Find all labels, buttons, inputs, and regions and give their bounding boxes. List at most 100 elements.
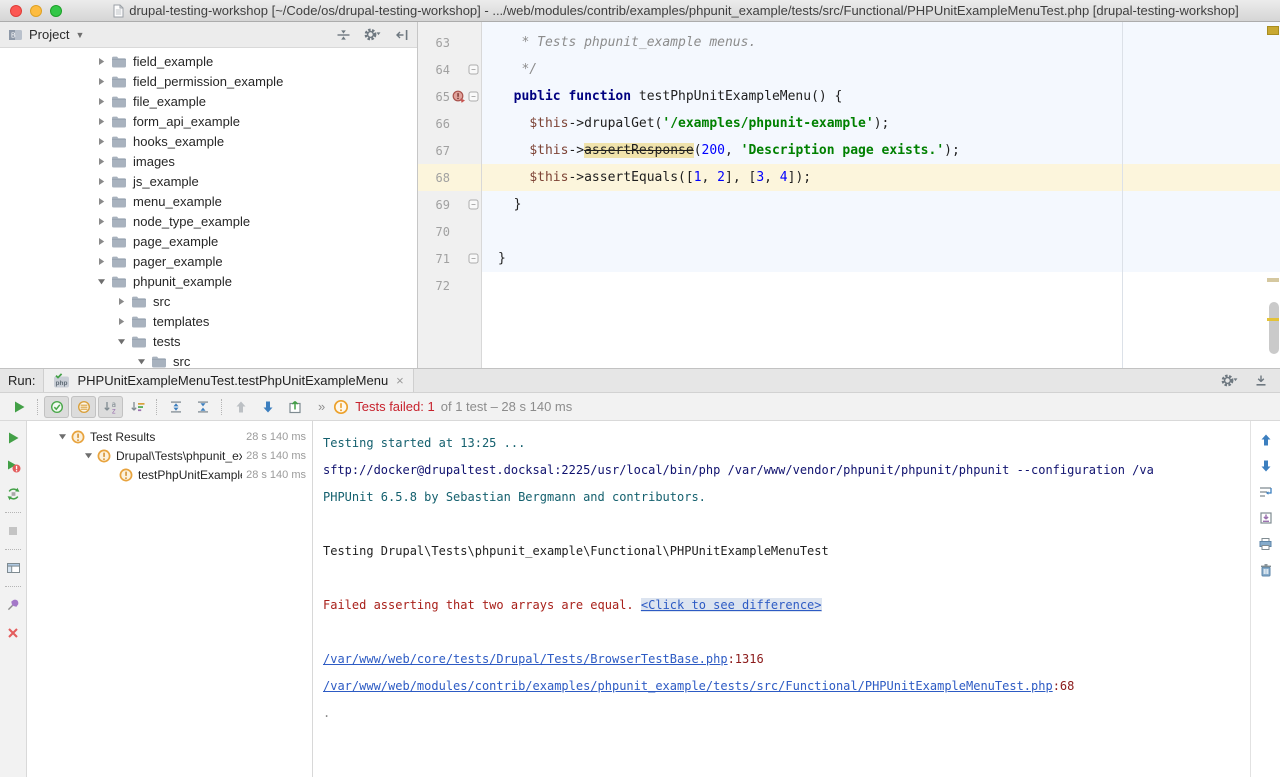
- console-text: Testing Drupal\Tests\phpunit_example\Fun…: [323, 544, 829, 558]
- code-line[interactable]: 66 $this->drupalGet('/examples/phpunit-e…: [418, 110, 1280, 137]
- close-tab-icon[interactable]: ×: [396, 373, 404, 388]
- gear-icon[interactable]: [363, 27, 383, 42]
- stripe-severity-indicator[interactable]: [1267, 26, 1279, 35]
- stripe-yellow-mark[interactable]: [1267, 318, 1279, 321]
- chevron-down-icon[interactable]: [83, 451, 94, 460]
- printer-button[interactable]: [1255, 534, 1277, 554]
- auto-test-button[interactable]: [3, 484, 23, 504]
- chevron-right-icon[interactable]: [115, 297, 127, 306]
- hide-run-icon[interactable]: [1254, 374, 1268, 388]
- project-panel-title[interactable]: B Project ▼: [8, 27, 84, 42]
- chevron-right-icon[interactable]: [95, 257, 107, 266]
- chevron-down-icon[interactable]: [135, 357, 147, 366]
- chevron-right-icon[interactable]: [95, 237, 107, 246]
- chevron-right-icon[interactable]: [115, 317, 127, 326]
- scroll-end-button[interactable]: [1255, 508, 1277, 528]
- expand-all-button[interactable]: [163, 396, 188, 418]
- code-editor[interactable]: 63 * Tests phpunit_example menus.64 */65…: [418, 22, 1280, 368]
- editor-error-stripe[interactable]: [1266, 22, 1280, 368]
- code-line[interactable]: 69 }: [418, 191, 1280, 218]
- chevron-right-icon[interactable]: [95, 177, 107, 186]
- soft-wraps-button[interactable]: [1255, 482, 1277, 502]
- fold-marker-icon[interactable]: [467, 91, 480, 102]
- zoom-window-button[interactable]: [50, 5, 62, 17]
- chevron-right-icon[interactable]: [95, 157, 107, 166]
- code-line[interactable]: 63 * Tests phpunit_example menus.: [418, 29, 1280, 56]
- hide-left-icon[interactable]: [395, 28, 409, 42]
- minimize-window-button[interactable]: [30, 5, 42, 17]
- code-line[interactable]: 65 public function testPhpUnitExampleMen…: [418, 83, 1280, 110]
- project-tree-item[interactable]: src: [0, 351, 417, 368]
- chevron-right-icon[interactable]: [95, 57, 107, 66]
- project-tree-item[interactable]: phpunit_example: [0, 271, 417, 291]
- locate-icon[interactable]: [336, 28, 351, 42]
- code-line[interactable]: 70: [418, 218, 1280, 245]
- sort-alpha-button[interactable]: az: [98, 396, 123, 418]
- close-window-button[interactable]: [10, 5, 22, 17]
- test-tree-row[interactable]: Drupal\Tests\phpunit_ex28 s 140 ms: [27, 446, 312, 465]
- editor-scrollbar-thumb[interactable]: [1269, 302, 1279, 354]
- show-ignored-button[interactable]: [71, 396, 96, 418]
- collapse-all-button[interactable]: [190, 396, 215, 418]
- project-tree-item[interactable]: menu_example: [0, 191, 417, 211]
- project-tree-item[interactable]: images: [0, 151, 417, 171]
- stripe-warning-mark[interactable]: [1267, 278, 1279, 282]
- stack-up-button[interactable]: [1255, 430, 1277, 450]
- chevron-right-icon[interactable]: [95, 97, 107, 106]
- show-passed-button[interactable]: [44, 396, 69, 418]
- code-line[interactable]: 64 */: [418, 56, 1280, 83]
- test-tree-row[interactable]: Test Results28 s 140 ms: [27, 427, 312, 446]
- project-tree-item-label: templates: [153, 314, 209, 329]
- diff-link[interactable]: <Click to see difference>: [641, 598, 822, 612]
- fold-marker-icon[interactable]: [467, 199, 480, 210]
- code-line[interactable]: 68 $this->assertEquals([1, 2], [3, 4]);: [418, 164, 1280, 191]
- gear-icon[interactable]: [1220, 373, 1240, 388]
- import-tests-button[interactable]: [282, 396, 307, 418]
- project-tree-item[interactable]: pager_example: [0, 251, 417, 271]
- up-gray-button[interactable]: [228, 396, 253, 418]
- chevron-right-icon[interactable]: [95, 217, 107, 226]
- project-tree-item[interactable]: field_permission_example: [0, 71, 417, 91]
- chevron-right-icon[interactable]: [95, 117, 107, 126]
- trash-button[interactable]: [1255, 560, 1277, 580]
- sort-duration-button[interactable]: [125, 396, 150, 418]
- project-tree-item[interactable]: page_example: [0, 231, 417, 251]
- test-tree-row[interactable]: testPhpUnitExampleM28 s 140 ms: [27, 465, 312, 484]
- test-console-output[interactable]: Testing started at 13:25 ...sftp://docke…: [313, 421, 1250, 777]
- project-tree-item[interactable]: field_example: [0, 51, 417, 71]
- play-button[interactable]: [6, 396, 31, 418]
- down-blue-button[interactable]: [255, 396, 280, 418]
- test-failed-gutter-icon[interactable]: [450, 90, 467, 103]
- project-tree-item[interactable]: tests: [0, 331, 417, 351]
- chevron-right-icon[interactable]: [95, 137, 107, 146]
- code-line[interactable]: 71}: [418, 245, 1280, 272]
- code-line[interactable]: 72: [418, 272, 1280, 299]
- play-button[interactable]: [3, 428, 23, 448]
- project-tree-item[interactable]: templates: [0, 311, 417, 331]
- console-text: Failed asserting that two arrays are equ…: [323, 598, 641, 612]
- stack-frame-link[interactable]: /var/www/web/modules/contrib/examples/ph…: [323, 679, 1053, 693]
- chevron-right-icon[interactable]: [95, 77, 107, 86]
- rerun-failed-button[interactable]: [3, 456, 23, 476]
- close-red-button[interactable]: [3, 623, 23, 643]
- chevron-right-icon[interactable]: [95, 197, 107, 206]
- project-tree-item[interactable]: form_api_example: [0, 111, 417, 131]
- project-tree-item[interactable]: src: [0, 291, 417, 311]
- code-line[interactable]: 67 $this->assertResponse(200, 'Descripti…: [418, 137, 1280, 164]
- project-tree-item[interactable]: node_type_example: [0, 211, 417, 231]
- chevron-down-icon[interactable]: [95, 277, 107, 286]
- project-tree-item[interactable]: js_example: [0, 171, 417, 191]
- run-configuration-tab[interactable]: php PHPUnitExampleMenuTest.testPhpUnitEx…: [43, 369, 413, 392]
- chevron-down-icon[interactable]: [57, 432, 68, 441]
- pin-button[interactable]: [3, 595, 23, 615]
- chevron-down-icon[interactable]: [115, 337, 127, 346]
- project-tree-item[interactable]: file_example: [0, 91, 417, 111]
- restore-layout-button[interactable]: [3, 558, 23, 578]
- stop-button[interactable]: [3, 521, 23, 541]
- fold-marker-icon[interactable]: [467, 64, 480, 75]
- more-actions-chevrons[interactable]: »: [318, 399, 325, 414]
- fold-marker-icon[interactable]: [467, 253, 480, 264]
- project-tree-item[interactable]: hooks_example: [0, 131, 417, 151]
- stack-frame-link[interactable]: /var/www/web/core/tests/Drupal/Tests/Bro…: [323, 652, 728, 666]
- stack-down-button[interactable]: [1255, 456, 1277, 476]
